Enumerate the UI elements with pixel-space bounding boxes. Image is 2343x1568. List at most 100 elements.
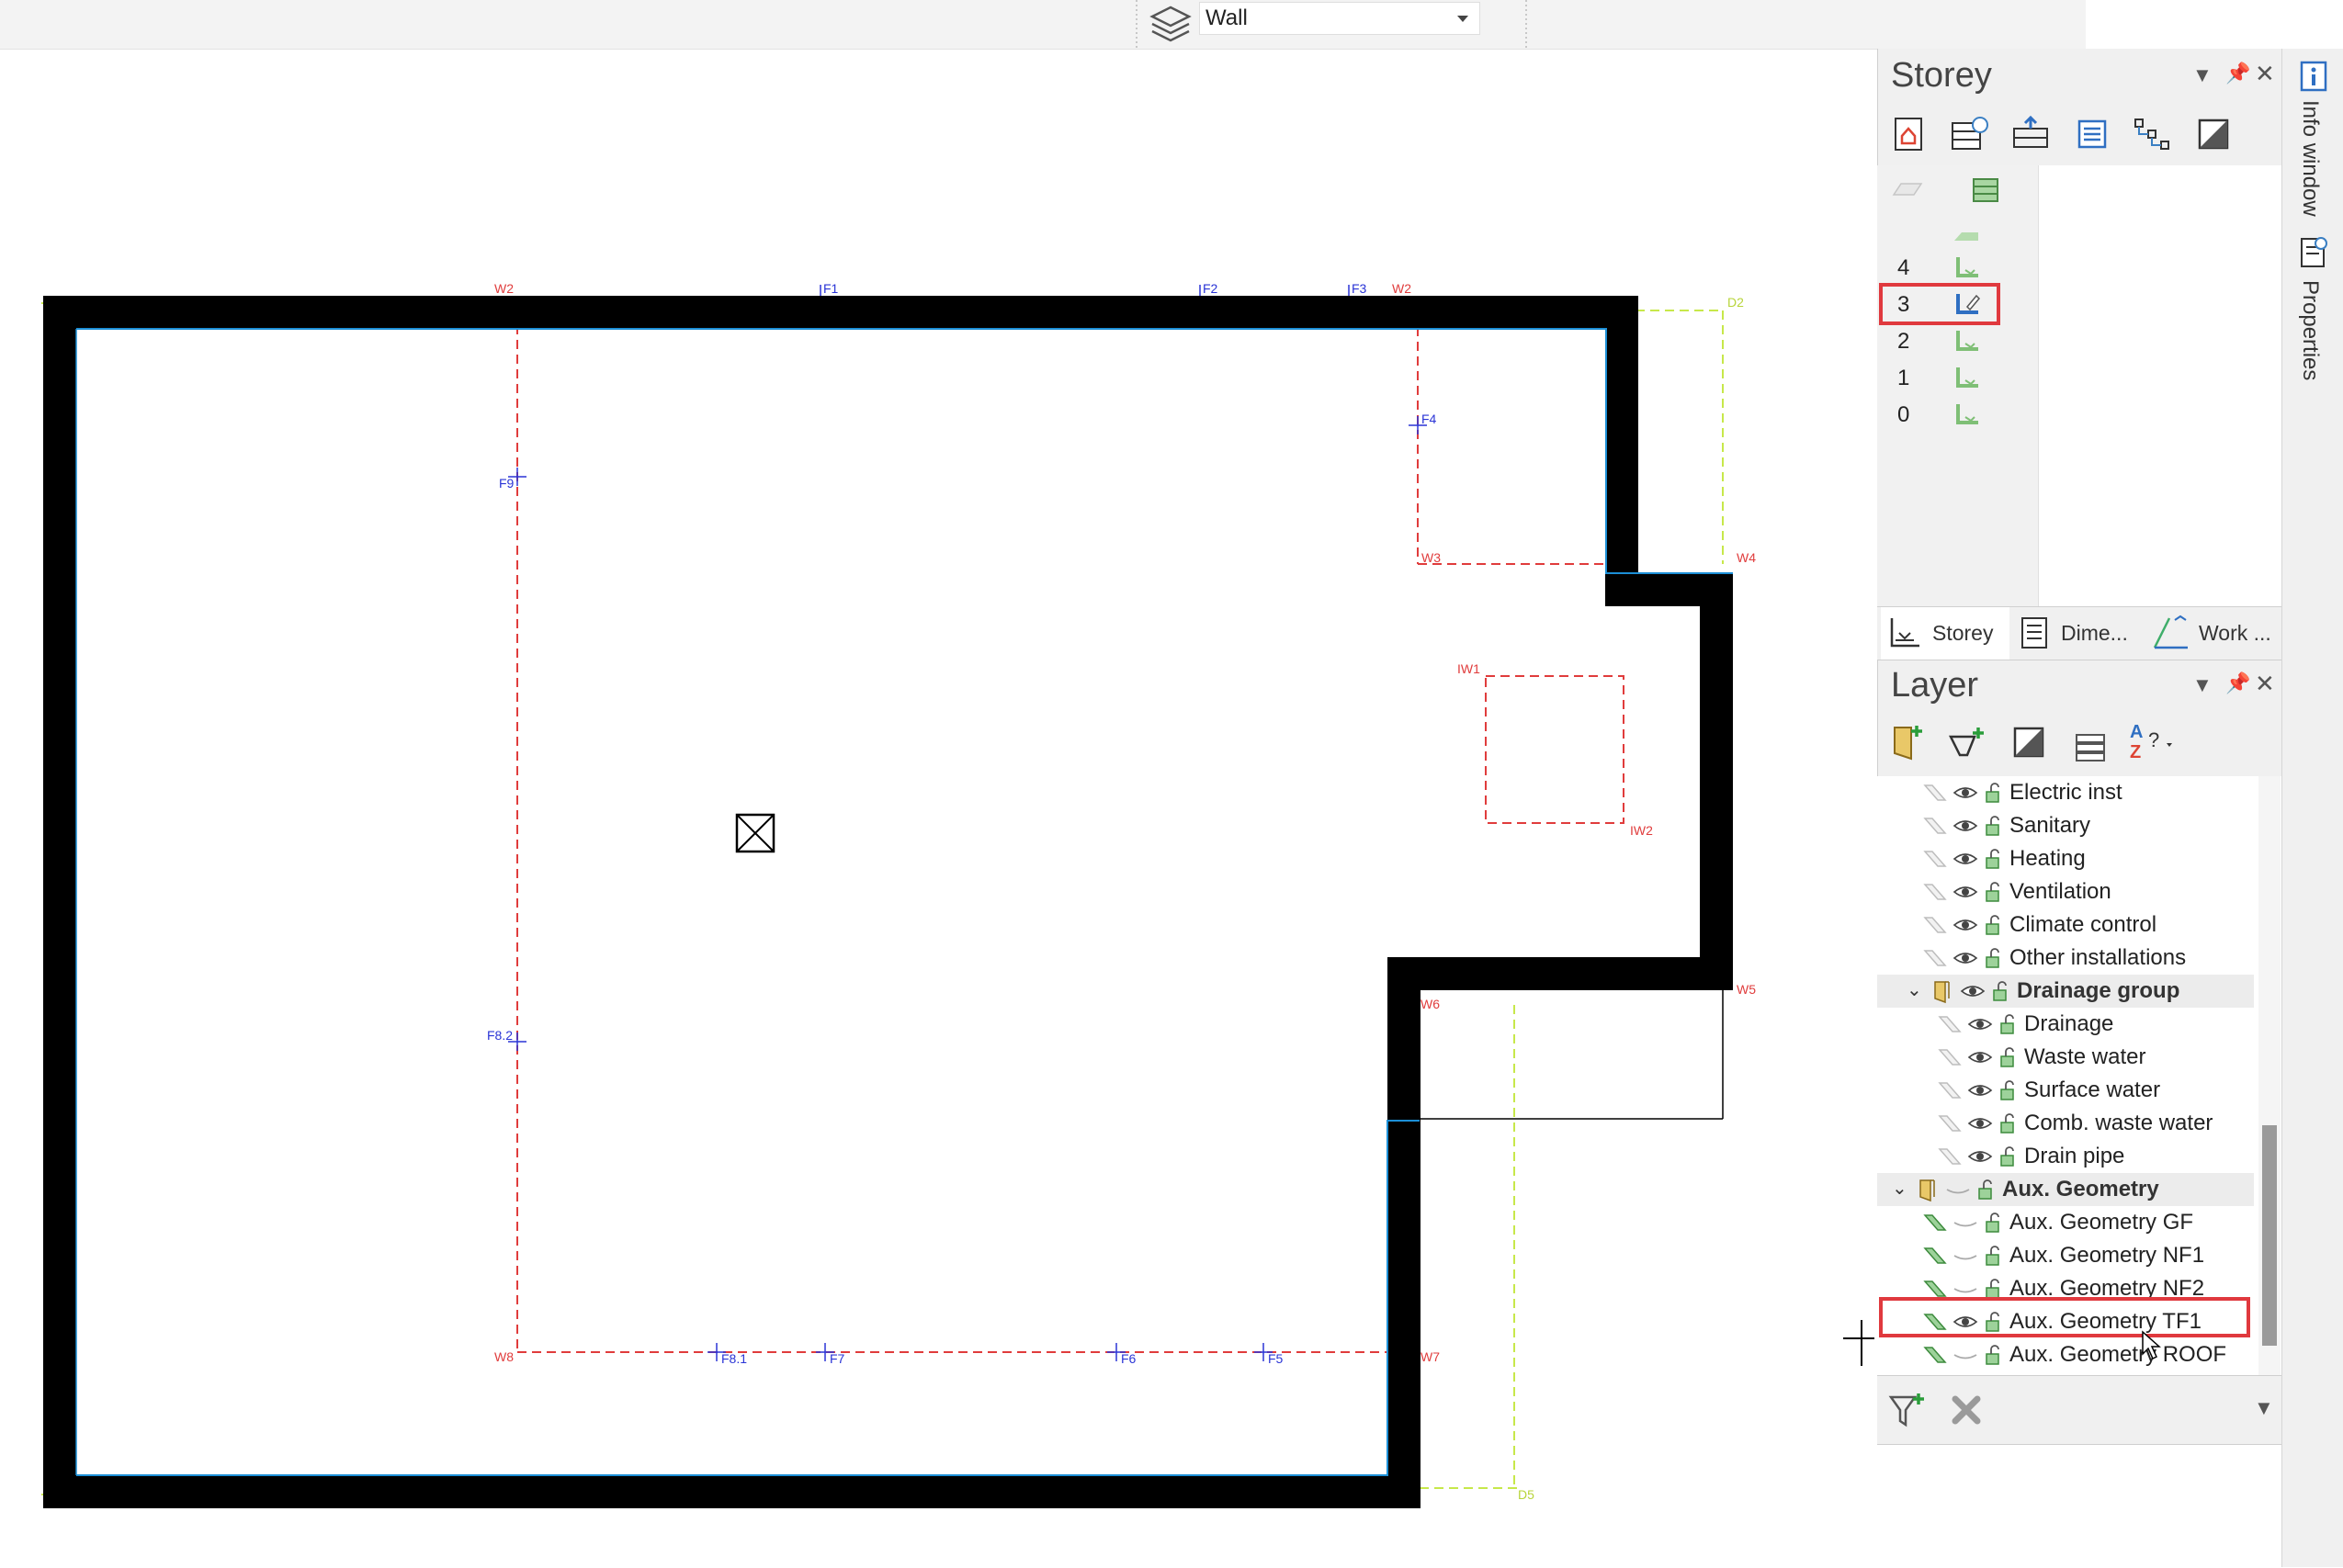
eye-icon[interactable]: [1967, 1016, 1993, 1032]
unlock-icon[interactable]: [1991, 980, 2009, 1002]
tab-dimensions[interactable]: Dime...: [2015, 607, 2144, 659]
layer-row[interactable]: Aux. Geometry ROOF: [1877, 1338, 2254, 1371]
layer-row[interactable]: Drainage: [1877, 1008, 2254, 1041]
drawing-canvas[interactable]: W2 W2 W3 W4 IW1 IW2 W5 W6 W7 W8 F1 F2 F3…: [0, 50, 1874, 1567]
eye-icon[interactable]: [1967, 1049, 1993, 1066]
chevron-down-icon[interactable]: ⌄: [1907, 978, 1922, 1001]
eye-icon[interactable]: [1952, 818, 1978, 834]
unlock-icon[interactable]: [1984, 815, 2002, 837]
info-icon[interactable]: [2299, 60, 2328, 93]
layer-pen-icon[interactable]: [1923, 916, 1947, 934]
unlock-icon[interactable]: [1998, 1046, 2017, 1068]
eye-hidden-icon[interactable]: [1945, 1181, 1971, 1198]
unlock-icon[interactable]: [1998, 1112, 2017, 1134]
properties-tab[interactable]: Properties: [2297, 280, 2323, 380]
layer-row[interactable]: Surface water: [1877, 1074, 2254, 1107]
layer-pen-icon[interactable]: [1923, 949, 1947, 967]
layer-row[interactable]: Heating: [1877, 842, 2254, 875]
layer-pen-icon[interactable]: [1923, 1280, 1947, 1298]
unlock-icon[interactable]: [1984, 947, 2002, 969]
layer-pen-icon[interactable]: [1923, 817, 1947, 835]
layer-pen-icon[interactable]: [1938, 1015, 1962, 1033]
storey-list-icon[interactable]: [2071, 113, 2113, 155]
eye-icon[interactable]: [1952, 851, 1978, 867]
layers-icon[interactable]: [1147, 4, 1194, 44]
storey-structure-icon[interactable]: [2131, 113, 2173, 155]
unlock-icon[interactable]: [1984, 1245, 2002, 1267]
new-layer-icon[interactable]: [1946, 721, 1988, 763]
layer-row[interactable]: Aux. Geometry GF: [1877, 1206, 2254, 1239]
pin-icon[interactable]: 📌: [2225, 671, 2250, 695]
eye-icon[interactable]: [1960, 983, 1986, 999]
layer-tree-scrollbar[interactable]: [2258, 776, 2281, 1375]
unlock-icon[interactable]: [1998, 1145, 2017, 1168]
layer-pen-icon[interactable]: [1923, 1213, 1947, 1232]
storey-list[interactable]: 4 3 2 1 0: [1877, 165, 2281, 606]
unlock-icon[interactable]: [1984, 848, 2002, 870]
eye-icon[interactable]: [1967, 1082, 1993, 1099]
layer-row[interactable]: Climate control: [1877, 908, 2254, 942]
storey-section-icon[interactable]: [2192, 113, 2235, 155]
layer-row[interactable]: Other installations: [1877, 942, 2254, 975]
eye-icon[interactable]: [1952, 950, 1978, 966]
layer-row[interactable]: Sanitary: [1877, 809, 2254, 842]
layer-pen-icon[interactable]: [1923, 784, 1947, 802]
storey-height-icon[interactable]: [2009, 113, 2052, 155]
storey-house-icon[interactable]: [1888, 113, 1930, 155]
dropdown-icon[interactable]: ▼: [2192, 63, 2213, 87]
eye-icon[interactable]: [1967, 1148, 1993, 1165]
new-layer-folder-icon[interactable]: [1888, 721, 1930, 763]
storey-number[interactable]: 4: [1897, 255, 1909, 281]
eye-hidden-icon[interactable]: [1952, 1214, 1978, 1231]
filter-list[interactable]: [1877, 1444, 2281, 1568]
close-icon[interactable]: ✕: [2255, 670, 2275, 698]
floor-plan[interactable]: W2 W2 W3 W4 IW1 IW2 W5 W6 W7 W8 F1 F2 F3…: [0, 50, 1874, 1567]
layer-row[interactable]: Ventilation: [1877, 875, 2254, 908]
sort-layers-button[interactable]: A Z ?: [2126, 719, 2181, 761]
layer-pen-icon[interactable]: [1938, 1147, 1962, 1166]
layer-row[interactable]: Drain pipe: [1877, 1140, 2254, 1173]
scrollbar-thumb[interactable]: [2262, 1125, 2277, 1346]
eye-icon[interactable]: [1952, 917, 1978, 933]
unlock-icon[interactable]: [1984, 881, 2002, 903]
properties-icon[interactable]: [2299, 236, 2328, 269]
storey-number[interactable]: 1: [1897, 366, 1909, 391]
unlock-icon[interactable]: [1984, 914, 2002, 936]
remove-filter-icon[interactable]: [1945, 1389, 1987, 1431]
eye-icon[interactable]: [1952, 784, 1978, 801]
layer-row[interactable]: Aux. Geometry NF1: [1877, 1239, 2254, 1272]
dropdown-icon[interactable]: ▼: [2192, 673, 2213, 697]
close-icon[interactable]: ✕: [2255, 60, 2275, 88]
add-filter-icon[interactable]: [1886, 1389, 1929, 1431]
layer-row[interactable]: Electric inst: [1877, 776, 2254, 809]
layer-pen-icon[interactable]: [1938, 1114, 1962, 1133]
unlock-icon[interactable]: [1984, 1212, 2002, 1234]
layer-pen-icon[interactable]: [1923, 1346, 1947, 1364]
layer-stack-icon[interactable]: [2069, 725, 2111, 767]
layer-pen-icon[interactable]: [1923, 1247, 1947, 1265]
unlock-icon[interactable]: [1984, 1344, 2002, 1366]
layer-pen-icon[interactable]: [1923, 850, 1947, 868]
eye-hidden-icon[interactable]: [1952, 1280, 1978, 1297]
tab-work[interactable]: Work ...: [2149, 607, 2278, 659]
eye-icon[interactable]: [1967, 1115, 1993, 1132]
layer-tree[interactable]: Electric inst Sanitary Heating Ventilation C…: [1877, 776, 2281, 1375]
layer-row[interactable]: Comb. waste water: [1877, 1107, 2254, 1140]
unlock-icon[interactable]: [1998, 1079, 2017, 1101]
eye-icon[interactable]: [1952, 884, 1978, 900]
layer-pen-icon[interactable]: [1923, 883, 1947, 901]
chevron-down-icon[interactable]: ▼: [2254, 1396, 2274, 1420]
storey-number[interactable]: 2: [1897, 329, 1909, 355]
layer-section-icon[interactable]: [2008, 721, 2050, 763]
unlock-icon[interactable]: [1984, 782, 2002, 804]
layer-pen-icon[interactable]: [1938, 1081, 1962, 1100]
tab-storey[interactable]: Storey: [1881, 607, 2009, 661]
storey-manage-icon[interactable]: [1948, 113, 1990, 155]
unlock-icon[interactable]: [1998, 1013, 2017, 1035]
layer-pen-icon[interactable]: [1938, 1048, 1962, 1066]
unlock-icon[interactable]: [1976, 1179, 1995, 1201]
chevron-down-icon[interactable]: ⌄: [1892, 1177, 1907, 1200]
layer-combo[interactable]: Wall: [1199, 2, 1480, 35]
info-window-tab[interactable]: Info window: [2297, 100, 2323, 217]
pin-icon[interactable]: 📌: [2225, 62, 2250, 85]
